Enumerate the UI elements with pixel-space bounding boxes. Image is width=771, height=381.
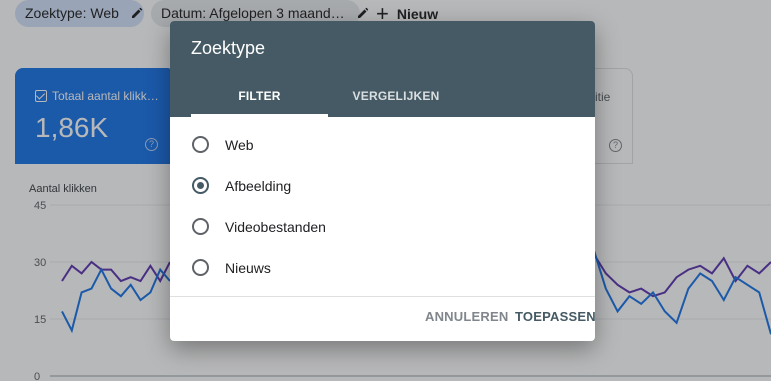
option-news[interactable]: Nieuws	[170, 248, 595, 288]
tab-filter[interactable]: FILTER	[191, 81, 328, 117]
option-label: Afbeelding	[225, 178, 292, 194]
tab-compare[interactable]: VERGELIJKEN	[340, 81, 452, 117]
option-web[interactable]: Web	[170, 125, 595, 165]
apply-button[interactable]: TOEPASSEN	[515, 309, 595, 324]
radio-button[interactable]	[192, 177, 209, 194]
dialog-header: Zoektype FILTER VERGELIJKEN	[170, 21, 595, 117]
option-image[interactable]: Afbeelding	[170, 166, 595, 206]
radio-button[interactable]	[192, 218, 209, 235]
option-label: Web	[225, 137, 254, 153]
search-type-dialog: Zoektype FILTER VERGELIJKEN Web Afbeeldi…	[170, 21, 595, 341]
dialog-title: Zoektype	[191, 38, 266, 58]
option-label: Nieuws	[225, 260, 271, 276]
radio-button[interactable]	[192, 136, 209, 153]
cancel-button[interactable]: ANNULEREN	[425, 309, 508, 324]
dialog-divider	[170, 296, 595, 297]
option-label: Videobestanden	[225, 219, 326, 235]
option-video[interactable]: Videobestanden	[170, 207, 595, 247]
radio-button[interactable]	[192, 259, 209, 276]
